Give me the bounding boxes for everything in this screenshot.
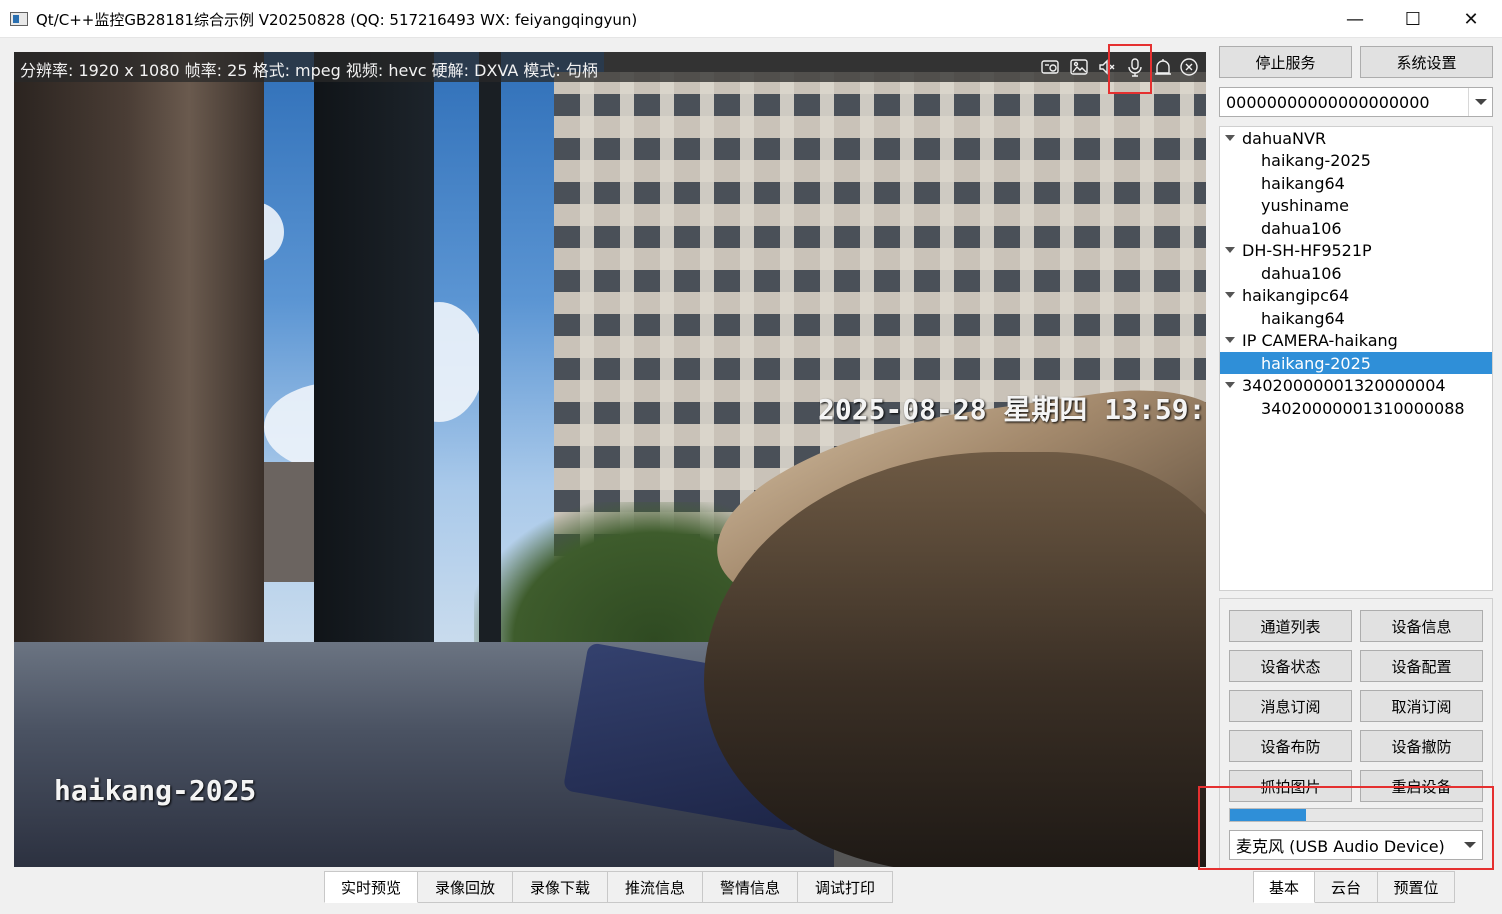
tab-playback[interactable]: 录像回放 [418,871,513,903]
tab-record-download[interactable]: 录像下载 [513,871,608,903]
expand-caret-icon[interactable] [1225,337,1235,343]
tree-node[interactable]: 34020000001320000004 [1220,374,1492,396]
tree-node[interactable]: yushiname [1220,194,1492,216]
minimize-button[interactable]: — [1326,0,1384,38]
tree-node[interactable]: haikang64 [1220,172,1492,194]
stop-service-button[interactable]: 停止服务 [1219,46,1352,78]
video-info-bar: 分辨率: 1920 x 1080 帧率: 25 格式: mpeg 视频: hev… [14,52,1206,82]
tree-node[interactable]: dahuaNVR [1220,127,1492,149]
osd-timestamp: 2025-08-28 星期四 13:59:04 [818,393,1206,426]
highlight-box-microphone [1108,44,1152,94]
tree-node[interactable]: dahua106 [1220,262,1492,284]
device-config-button[interactable]: 设备配置 [1360,650,1483,682]
tab-basic[interactable]: 基本 [1253,871,1315,903]
tree-node[interactable]: IP CAMERA-haikang [1220,329,1492,351]
tab-preset[interactable]: 预置位 [1378,871,1455,903]
side-tab-bar: 基本 云台 预置位 [1253,871,1455,903]
expand-caret-icon[interactable] [1225,135,1235,141]
app-icon [10,12,28,26]
tab-ptz[interactable]: 云台 [1315,871,1378,903]
expand-caret-icon[interactable] [1225,382,1235,388]
expand-caret-icon[interactable] [1225,247,1235,253]
tree-node[interactable]: haikang64 [1220,307,1492,329]
channel-list-button[interactable]: 通道列表 [1229,610,1352,642]
record-icon[interactable] [1038,55,1062,79]
arm-device-button[interactable]: 设备布防 [1229,730,1352,762]
tab-debug-log[interactable]: 调试打印 [798,871,893,903]
osd-channel-name: haikang-2025 [54,774,257,807]
chevron-down-icon[interactable] [1468,88,1492,116]
title-bar: Qt/C++监控GB28181综合示例 V20250828 (QQ: 51721… [0,0,1502,38]
device-info-button[interactable]: 设备信息 [1360,610,1483,642]
video-view[interactable]: 2025-08-28 星期四 13:59:04 haikang-2025 分辨率… [14,52,1206,867]
alarm-icon[interactable] [1151,55,1175,79]
tree-node[interactable]: DH-SH-HF9521P [1220,239,1492,261]
device-status-button[interactable]: 设备状态 [1229,650,1352,682]
camera-frame: 2025-08-28 星期四 13:59:04 haikang-2025 [14,52,1206,867]
subscribe-button[interactable]: 消息订阅 [1229,690,1352,722]
snapshot-icon[interactable] [1067,55,1091,79]
disarm-device-button[interactable]: 设备撤防 [1360,730,1483,762]
maximize-button[interactable]: ☐ [1384,0,1442,38]
window-title: Qt/C++监控GB28181综合示例 V20250828 (QQ: 51721… [36,11,638,29]
highlight-box-audio [1198,786,1494,870]
tree-node[interactable]: 34020000001310000088 [1220,397,1492,419]
device-tree[interactable]: dahuaNVR haikang-2025 haikang64 yushinam… [1219,126,1493,591]
close-button[interactable]: ✕ [1442,0,1500,38]
stream-info-text: 分辨率: 1920 x 1080 帧率: 25 格式: mpeg 视频: hev… [20,61,598,80]
tab-alarm-info[interactable]: 警情信息 [703,871,798,903]
tree-node[interactable]: haikangipc64 [1220,284,1492,306]
device-id-combo[interactable]: 00000000000000000000 [1219,87,1493,117]
close-circle-icon[interactable] [1177,55,1201,79]
device-id-value: 00000000000000000000 [1226,92,1430,112]
tab-live-preview[interactable]: 实时预览 [324,871,418,903]
expand-caret-icon[interactable] [1225,292,1235,298]
tree-node[interactable]: dahua106 [1220,217,1492,239]
unsubscribe-button[interactable]: 取消订阅 [1360,690,1483,722]
tree-node[interactable]: haikang-2025 [1220,149,1492,171]
system-settings-button[interactable]: 系统设置 [1360,46,1493,78]
tree-node-selected[interactable]: haikang-2025 [1220,352,1492,374]
tab-stream-info[interactable]: 推流信息 [608,871,703,903]
main-tab-bar: 实时预览 录像回放 录像下载 推流信息 警情信息 调试打印 [324,871,893,903]
